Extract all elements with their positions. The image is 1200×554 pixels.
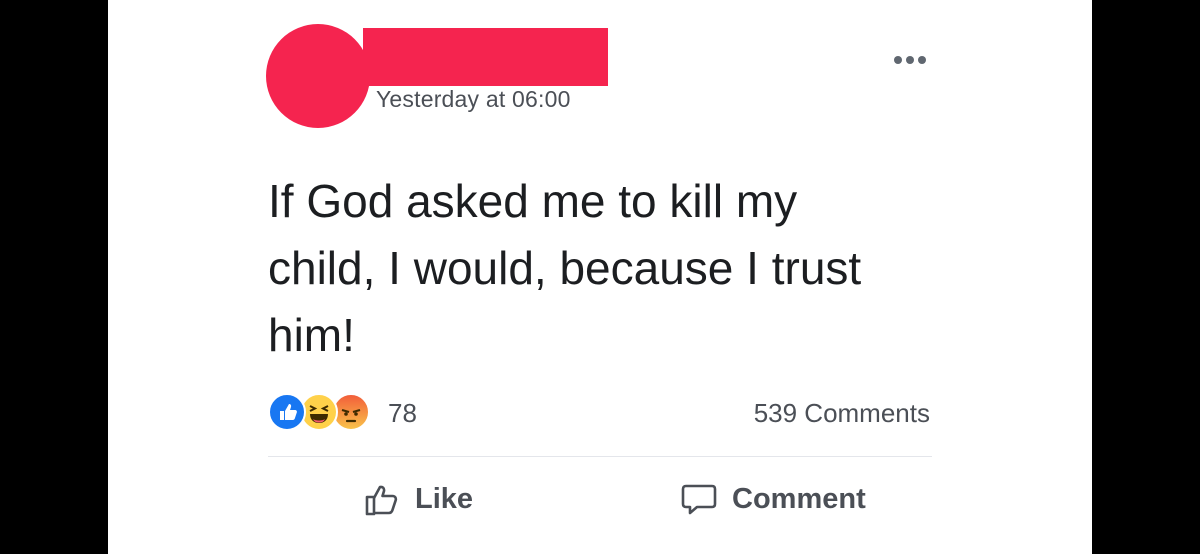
comment-count[interactable]: 539 Comments (754, 398, 930, 429)
thumbs-up-icon (363, 480, 401, 518)
comment-label: Comment (732, 482, 866, 515)
reaction-count[interactable]: 78 (388, 398, 417, 429)
author-name-redacted[interactable] (363, 28, 608, 86)
left-black-border (0, 0, 108, 554)
post-timestamp[interactable]: Yesterday at 06:00 (376, 86, 575, 113)
comment-button[interactable]: Comment (680, 480, 866, 518)
like-label: Like (415, 482, 474, 515)
more-options-icon[interactable] (894, 56, 926, 64)
post-card: Yesterday at 06:00 If God asked me to ki… (108, 0, 1092, 554)
reactions-summary[interactable] (268, 393, 370, 431)
like-icon (268, 393, 306, 431)
action-divider (268, 456, 932, 457)
like-button[interactable]: Like (363, 480, 473, 518)
post-text: If God asked me to kill my child, I woul… (268, 175, 862, 361)
avatar-redacted[interactable] (266, 24, 370, 128)
right-black-border (1092, 0, 1200, 554)
comment-bubble-icon (680, 480, 718, 518)
